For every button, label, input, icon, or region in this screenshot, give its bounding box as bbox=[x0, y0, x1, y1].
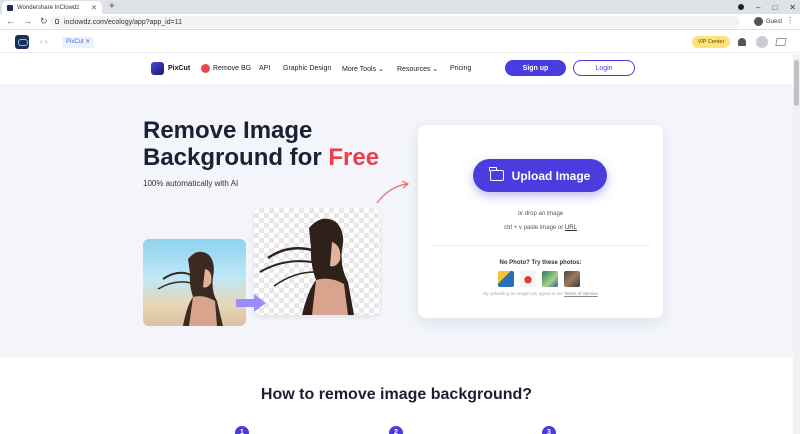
folder-icon bbox=[489, 167, 504, 181]
nav-resources[interactable]: Resources ⌄ bbox=[397, 65, 438, 73]
how-to-title: How to remove image background? bbox=[260, 386, 533, 403]
paste-hint-text: ctrl + v paste image or bbox=[504, 225, 565, 231]
terms-note: By uploading an image you agree to our T… bbox=[418, 291, 663, 296]
remove-bg-logo-icon bbox=[201, 64, 210, 73]
app-tab-pixcut[interactable]: PixCut ✕ bbox=[62, 37, 95, 48]
browser-tab-bar: Wondershare InClowdz ✕ + – □ ✕ bbox=[0, 0, 800, 14]
nav-more-tools-label: More Tools bbox=[342, 66, 377, 73]
upload-image-button[interactable]: Upload Image bbox=[473, 159, 607, 192]
login-button[interactable]: Login bbox=[573, 60, 635, 76]
lock-icon bbox=[55, 19, 59, 24]
url-text: inclowdz.com/ecology/app?app_id=11 bbox=[64, 18, 182, 26]
hero-title: Remove Image Background for Free bbox=[143, 117, 403, 171]
nav-graphic-design[interactable]: Graphic Design bbox=[283, 65, 331, 72]
hero-title-free: Free bbox=[328, 144, 380, 171]
sample-photos bbox=[498, 271, 580, 287]
step-2-badge: 2 bbox=[389, 426, 403, 434]
profile-indicator-icon[interactable] bbox=[738, 4, 744, 10]
guest-avatar-icon bbox=[753, 17, 763, 26]
drop-hint: or drop an image bbox=[517, 211, 564, 217]
favicon-icon bbox=[7, 4, 13, 11]
browser-nav: ← → ↻ bbox=[6, 16, 48, 27]
minimize-icon[interactable]: – bbox=[756, 3, 760, 12]
url-link[interactable]: URL bbox=[565, 225, 577, 231]
user-avatar[interactable] bbox=[756, 36, 768, 48]
maximize-icon[interactable]: □ bbox=[772, 3, 777, 12]
sample-photo-car[interactable] bbox=[542, 271, 558, 287]
pixcut-logo-icon bbox=[151, 62, 164, 75]
example-cutout-photo bbox=[254, 208, 380, 315]
example-original-photo bbox=[143, 239, 246, 326]
bell-icon[interactable] bbox=[738, 38, 746, 46]
app-bar: ‹ › PixCut ✕ VIP Center bbox=[0, 31, 800, 53]
terms-text: By uploading an image you agree to our bbox=[483, 291, 565, 296]
diamond-icon[interactable] bbox=[775, 38, 787, 46]
browser-menu-icon[interactable]: ⋮ bbox=[786, 16, 794, 25]
close-window-icon[interactable]: ✕ bbox=[789, 3, 796, 12]
divider bbox=[430, 245, 651, 246]
paste-hint: ctrl + v paste image or URL bbox=[418, 225, 663, 231]
hero-title-line2: Background for bbox=[143, 144, 329, 171]
sample-photo-person[interactable] bbox=[498, 271, 514, 287]
chevron-down-icon: ⌄ bbox=[378, 66, 384, 73]
guest-profile[interactable]: Guest bbox=[753, 17, 782, 26]
url-field[interactable]: inclowdz.com/ecology/app?app_id=11 bbox=[50, 16, 740, 28]
sample-photos-heading: No Photo? Try these photos: bbox=[499, 260, 582, 266]
woman-original-image bbox=[157, 251, 223, 326]
browser-tab-title: Wondershare InClowdz bbox=[17, 4, 80, 11]
remove-bg-link[interactable]: Remove BG bbox=[201, 64, 251, 73]
scrollbar-thumb[interactable] bbox=[794, 60, 799, 106]
forward-icon[interactable]: → bbox=[23, 16, 32, 27]
remove-bg-label: Remove BG bbox=[213, 65, 252, 72]
upload-card: Upload Image or drop an image ctrl + v p… bbox=[418, 125, 663, 318]
inclowdz-logo-icon[interactable] bbox=[15, 35, 29, 49]
address-bar-row: ← → ↻ inclowdz.com/ecology/app?app_id=11… bbox=[0, 14, 800, 30]
app-tab-label: PixCut bbox=[66, 39, 84, 45]
nav-resources-label: Resources bbox=[397, 66, 431, 73]
nav-more-tools[interactable]: More Tools ⌄ bbox=[342, 65, 384, 73]
browser-tab[interactable]: Wondershare InClowdz ✕ bbox=[2, 1, 102, 14]
new-tab-button[interactable]: + bbox=[109, 1, 115, 12]
site-header: PixCut Remove BG API Graphic Design More… bbox=[0, 54, 800, 85]
terms-link[interactable]: Terms of Service bbox=[564, 291, 598, 296]
step-1-badge: 1 bbox=[235, 426, 249, 434]
upload-image-label: Upload Image bbox=[511, 168, 591, 183]
brand-name: PixCut bbox=[168, 65, 191, 72]
pixcut-brand[interactable]: PixCut bbox=[151, 62, 190, 75]
curved-arrow-icon bbox=[376, 180, 410, 204]
nav-api[interactable]: API bbox=[259, 65, 270, 72]
nav-pricing[interactable]: Pricing bbox=[450, 65, 471, 72]
close-tab-icon[interactable]: ✕ bbox=[91, 4, 97, 12]
arrow-right-icon bbox=[236, 294, 266, 312]
guest-label: Guest bbox=[765, 18, 782, 25]
window-controls: – □ ✕ bbox=[738, 0, 796, 14]
back-icon[interactable]: ← bbox=[6, 16, 15, 27]
vip-center-button[interactable]: VIP Center bbox=[692, 36, 730, 48]
page-scrollbar[interactable] bbox=[793, 54, 800, 434]
woman-cutout-image bbox=[259, 218, 354, 315]
chevron-down-icon: ⌄ bbox=[432, 66, 439, 73]
reload-icon[interactable]: ↻ bbox=[40, 16, 48, 27]
sample-photo-animal[interactable] bbox=[564, 271, 580, 287]
step-3-badge: 3 bbox=[542, 426, 556, 434]
app-nav-arrows-icon[interactable]: ‹ › bbox=[40, 37, 48, 46]
sample-photo-drink[interactable] bbox=[520, 271, 536, 287]
signup-button[interactable]: Sign up bbox=[505, 60, 566, 76]
hero-subtitle: 100% automatically with AI bbox=[143, 179, 239, 188]
hero-title-line1: Remove Image bbox=[143, 117, 313, 144]
